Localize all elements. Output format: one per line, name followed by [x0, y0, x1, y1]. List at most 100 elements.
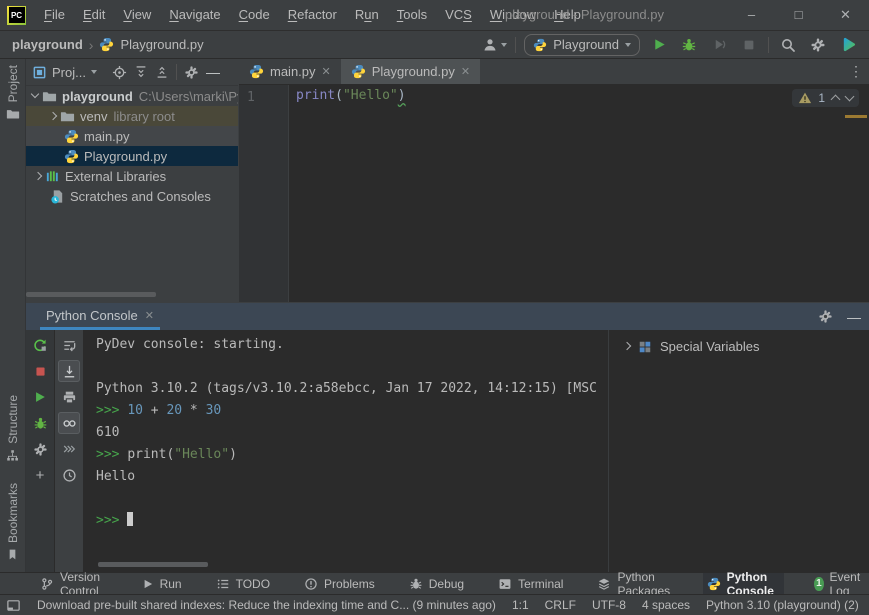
menu-tools[interactable]: Tools — [388, 0, 436, 30]
coverage-button[interactable] — [708, 34, 730, 56]
console-prompt-line[interactable]: >>> — [96, 510, 608, 532]
horizontal-scrollbar[interactable] — [26, 292, 156, 297]
editor-area: main.py ✕ Playground.py ✕ ⋮ 1 print("Hel… — [239, 59, 869, 302]
editor-body[interactable]: 1 print("Hello") 1 — [239, 85, 869, 302]
stripe-bookmarks-button[interactable]: Bookmarks — [0, 483, 25, 561]
collapse-all-button[interactable] — [155, 65, 169, 79]
stop-button[interactable] — [738, 34, 760, 56]
toolwindow-run[interactable]: Run — [138, 573, 186, 594]
breadcrumb-project[interactable]: playground — [12, 37, 83, 52]
python-file-icon — [64, 149, 79, 164]
project-view-selector[interactable]: Proj... — [32, 65, 97, 80]
status-message[interactable]: Download pre-built shared indexes: Reduc… — [37, 598, 496, 612]
tree-item-scratches[interactable]: Scratches and Consoles — [26, 186, 238, 206]
locate-file-button[interactable] — [112, 65, 127, 80]
new-console-button[interactable]: + — [29, 464, 51, 486]
run-button[interactable] — [648, 34, 670, 56]
python-interpreter[interactable]: Python 3.10 (playground) (2) — [706, 598, 859, 612]
run-config-selector[interactable]: Playground — [524, 34, 640, 56]
tab-playground-py[interactable]: Playground.py ✕ — [341, 59, 480, 84]
next-problem-icon[interactable] — [845, 94, 853, 102]
chevron-collapsed-icon[interactable] — [623, 343, 630, 350]
execute-button[interactable] — [29, 386, 51, 408]
console-tab[interactable]: Python Console ✕ — [40, 303, 160, 330]
menu-run[interactable]: Run — [346, 0, 388, 30]
toolwindow-python-console[interactable]: Python Console — [703, 573, 785, 594]
hide-panel-button[interactable]: — — [847, 309, 861, 325]
settings-button[interactable] — [807, 34, 829, 56]
play-icon — [142, 578, 154, 590]
tree-item-venv[interactable]: venv library root — [26, 106, 238, 126]
menu-refactor[interactable]: Refactor — [279, 0, 346, 30]
user-account-button[interactable] — [482, 34, 507, 56]
menu-navigate[interactable]: Navigate — [160, 0, 229, 30]
previous-problem-icon[interactable] — [831, 94, 839, 102]
file-encoding[interactable]: UTF-8 — [592, 598, 626, 612]
tree-item-playground-py[interactable]: Playground.py — [26, 146, 238, 166]
stripe-structure-button[interactable]: Structure — [0, 395, 25, 462]
print-button[interactable] — [58, 386, 80, 408]
minimize-button[interactable]: – — [728, 0, 775, 30]
toolwindow-version-control[interactable]: Version Control — [36, 573, 112, 594]
toolwindow-python-packages[interactable]: Python Packages — [593, 573, 676, 594]
stripe-project-button[interactable]: Project — [0, 65, 25, 121]
close-tab-icon[interactable]: ✕ — [461, 65, 470, 78]
code-area[interactable]: print("Hello") — [289, 85, 869, 302]
menu-edit[interactable]: Edit — [74, 0, 114, 30]
toolwindow-todo[interactable]: TODO — [212, 573, 274, 594]
toolwindow-event-log[interactable]: 1Event Log — [810, 573, 869, 594]
console-header: Python Console ✕ — — [26, 303, 869, 330]
chevron-expanded-icon[interactable] — [31, 93, 38, 100]
run-with-coverage-icon — [712, 37, 727, 52]
maximize-button[interactable]: □ — [775, 0, 822, 30]
search-everywhere-button[interactable] — [777, 34, 799, 56]
python-icon — [707, 577, 721, 591]
title-bar: PC File Edit View Navigate Code Refactor… — [0, 0, 869, 31]
gear-icon[interactable] — [818, 309, 833, 324]
menu-vcs[interactable]: VCS — [436, 0, 481, 30]
menu-view[interactable]: View — [114, 0, 160, 30]
tab-main-py[interactable]: main.py ✕ — [239, 59, 341, 84]
attach-debugger-button[interactable] — [29, 412, 51, 434]
command-queue-button[interactable] — [58, 334, 80, 356]
breadcrumb: playground › Playground.py — [0, 37, 204, 53]
tab-options-icon[interactable]: ⋮ — [849, 59, 863, 84]
horizontal-scrollbar[interactable] — [98, 562, 208, 567]
soft-wrap-button[interactable] — [58, 412, 80, 434]
close-tab-icon[interactable]: ✕ — [322, 65, 331, 78]
console-body: + PyDev console: starting. Python 3.10.2… — [26, 330, 869, 572]
rerun-button[interactable] — [29, 334, 51, 356]
console-output[interactable]: PyDev console: starting. Python 3.10.2 (… — [84, 330, 608, 572]
menu-file[interactable]: File — [35, 0, 74, 30]
breadcrumb-file[interactable]: Playground.py — [120, 37, 203, 52]
toolwindow-problems[interactable]: Problems — [300, 573, 379, 594]
inspection-widget[interactable]: 1 — [792, 89, 859, 107]
tree-item-playground[interactable]: playground C:\Users\marki\Pych — [26, 86, 238, 106]
close-tab-icon[interactable]: ✕ — [145, 309, 154, 322]
debug-button[interactable] — [678, 34, 700, 56]
line-ending[interactable]: CRLF — [545, 598, 576, 612]
caret-position[interactable]: 1:1 — [512, 598, 529, 612]
stop-console-button[interactable] — [29, 360, 51, 382]
toolwindow-terminal[interactable]: Terminal — [494, 573, 567, 594]
hide-panel-button[interactable]: — — [206, 64, 220, 80]
run-config-label: Playground — [553, 37, 619, 52]
close-button[interactable]: ✕ — [822, 0, 869, 30]
special-variables-node[interactable]: Special Variables — [609, 330, 869, 354]
tree-item-external-libraries[interactable]: External Libraries — [26, 166, 238, 186]
menu-code[interactable]: Code — [230, 0, 279, 30]
tree-item-main-py[interactable]: main.py — [26, 126, 238, 146]
indent-setting[interactable]: 4 spaces — [642, 598, 690, 612]
code-with-me-button[interactable] — [837, 34, 859, 56]
console-settings-button[interactable] — [29, 438, 51, 460]
history-button[interactable] — [58, 464, 80, 486]
window-layout-icon[interactable] — [6, 598, 21, 613]
toolwindow-debug[interactable]: Debug — [405, 573, 468, 594]
chevron-collapsed-icon[interactable] — [34, 173, 41, 180]
chevron-collapsed-icon[interactable] — [49, 113, 56, 120]
execute-selection-button[interactable] — [58, 438, 80, 460]
expand-all-button[interactable] — [134, 65, 148, 79]
gear-icon[interactable] — [184, 65, 199, 80]
scroll-to-end-button[interactable] — [58, 360, 80, 382]
folder-icon — [42, 89, 57, 104]
